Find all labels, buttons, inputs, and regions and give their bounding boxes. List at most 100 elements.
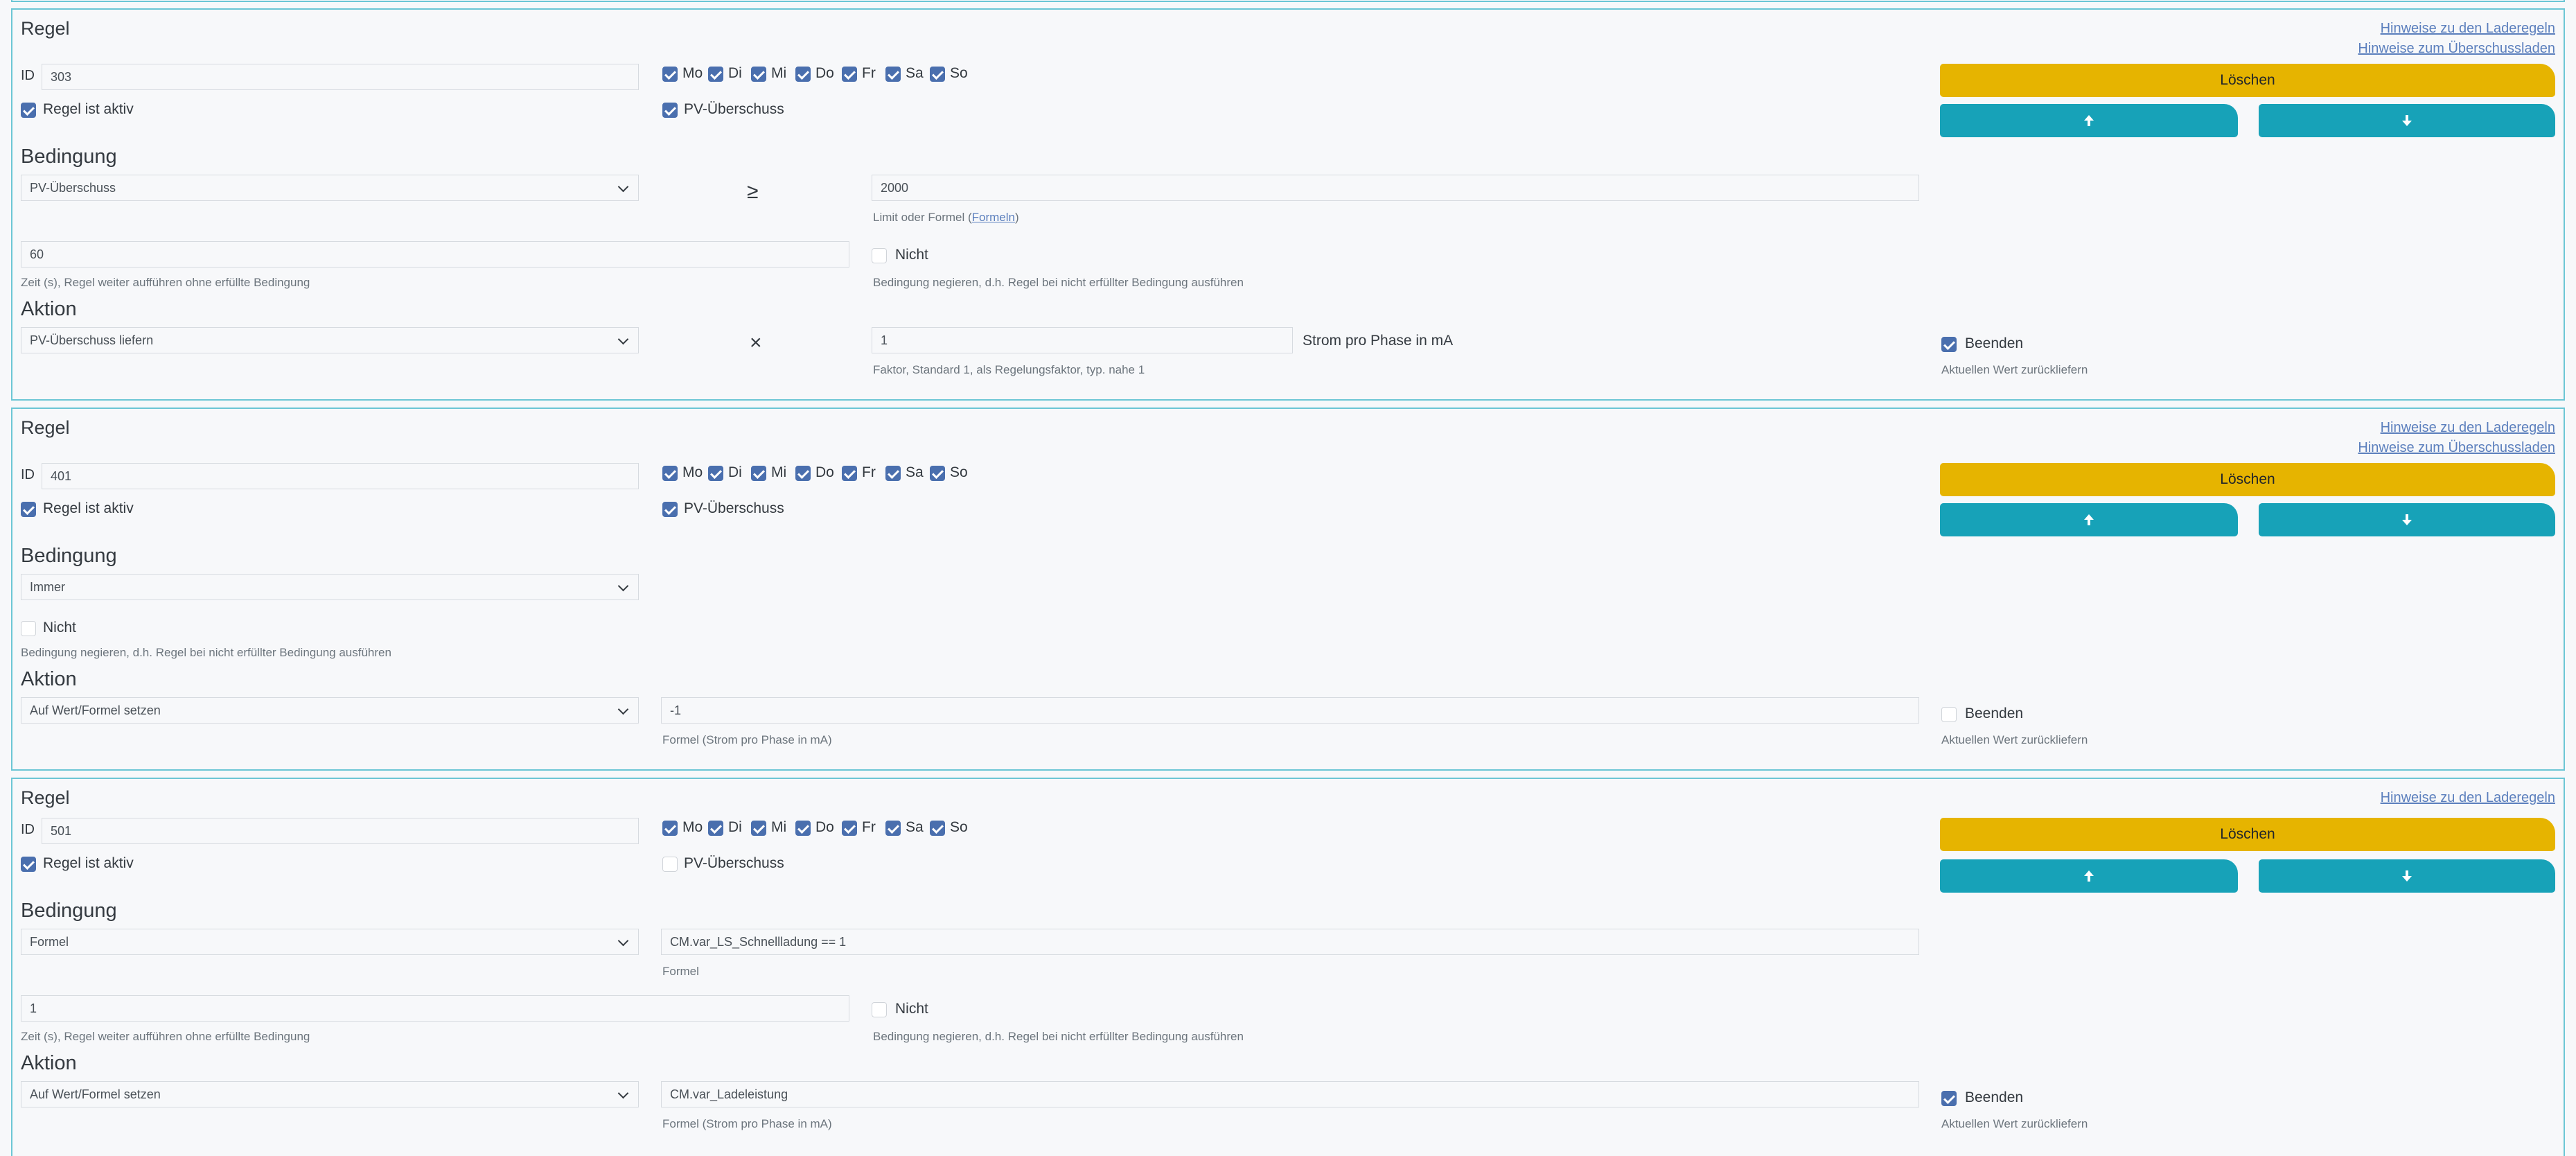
arrow-down-icon bbox=[2402, 115, 2412, 126]
checkbox-mi[interactable] bbox=[751, 821, 766, 836]
move-down-button[interactable] bbox=[2259, 859, 2555, 893]
action-select[interactable]: Auf Wert/Formel setzen bbox=[21, 697, 639, 724]
checkbox-do[interactable] bbox=[795, 466, 811, 481]
link-ueberschussladen[interactable]: Hinweise zum Überschussladen bbox=[2358, 440, 2555, 456]
day-label: So bbox=[950, 819, 968, 835]
beenden-label: Beenden bbox=[1965, 706, 2024, 721]
id-input[interactable]: 303 bbox=[42, 64, 639, 90]
id-label: ID bbox=[21, 68, 35, 83]
arrow-up-icon bbox=[2084, 115, 2094, 126]
link-ueberschussladen[interactable]: Hinweise zum Überschussladen bbox=[2358, 41, 2555, 57]
checkbox-mo[interactable] bbox=[662, 67, 678, 82]
day-label: Fr bbox=[862, 65, 876, 81]
day-label: Di bbox=[728, 464, 742, 480]
previous-card-edge bbox=[11, 0, 2565, 2]
checkbox-mo[interactable] bbox=[662, 466, 678, 481]
checkbox-regel-aktiv[interactable] bbox=[21, 857, 36, 872]
checkbox-di[interactable] bbox=[708, 67, 723, 82]
checkbox-sa[interactable] bbox=[885, 466, 901, 481]
regel-aktiv-label: Regel ist aktiv bbox=[43, 500, 134, 516]
checkbox-pv-ueberschuss[interactable] bbox=[662, 857, 678, 872]
nicht-help: Bedingung negieren, d.h. Regel bei nicht… bbox=[873, 276, 1244, 289]
condition-select[interactable]: Immer bbox=[21, 574, 639, 600]
move-down-button[interactable] bbox=[2259, 503, 2555, 536]
day-label: Mi bbox=[771, 464, 787, 480]
checkbox-mo[interactable] bbox=[662, 821, 678, 836]
link-laderegeln[interactable]: Hinweise zu den Laderegeln bbox=[2381, 21, 2555, 37]
id-input[interactable]: 401 bbox=[42, 463, 639, 489]
day-label: Mi bbox=[771, 819, 787, 835]
rule-title: Regel bbox=[21, 417, 70, 438]
move-down-button[interactable] bbox=[2259, 104, 2555, 137]
limit-help: Limit oder Formel (Formeln) bbox=[873, 211, 1019, 224]
checkbox-nicht[interactable] bbox=[872, 1002, 887, 1017]
formel-help: Formel bbox=[662, 965, 699, 978]
zeit-input[interactable]: 60 bbox=[21, 241, 849, 268]
beenden-help: Aktuellen Wert zurückliefern bbox=[1941, 363, 2088, 376]
checkbox-sa[interactable] bbox=[885, 821, 901, 836]
day-label: Do bbox=[815, 819, 834, 835]
checkbox-sa[interactable] bbox=[885, 67, 901, 82]
checkbox-mi[interactable] bbox=[751, 67, 766, 82]
condition-select[interactable]: PV-Überschuss bbox=[21, 175, 639, 201]
day-label: Mo bbox=[682, 819, 703, 835]
checkbox-so[interactable] bbox=[930, 67, 945, 82]
delete-button[interactable]: Löschen bbox=[1940, 64, 2555, 97]
checkbox-so[interactable] bbox=[930, 466, 945, 481]
day-label: Sa bbox=[906, 819, 924, 835]
checkbox-di[interactable] bbox=[708, 466, 723, 481]
checkbox-nicht[interactable] bbox=[21, 621, 36, 636]
checkbox-fr[interactable] bbox=[842, 466, 857, 481]
checkbox-regel-aktiv[interactable] bbox=[21, 103, 36, 118]
beenden-label: Beenden bbox=[1965, 1089, 2024, 1105]
checkbox-mi[interactable] bbox=[751, 466, 766, 481]
value-input[interactable]: CM.var_Ladeleistung bbox=[661, 1081, 1919, 1107]
checkbox-pv-ueberschuss[interactable] bbox=[662, 103, 678, 118]
move-up-button[interactable] bbox=[1940, 104, 2238, 137]
day-label: Di bbox=[728, 65, 742, 81]
greater-equal-operator: ≥ bbox=[747, 180, 759, 203]
arrow-down-icon bbox=[2402, 870, 2412, 882]
link-laderegeln[interactable]: Hinweise zu den Laderegeln bbox=[2381, 790, 2555, 806]
bedingung-heading: Bedingung bbox=[21, 900, 117, 922]
rule-title: Regel bbox=[21, 18, 70, 39]
strom-label: Strom pro Phase in mA bbox=[1303, 333, 1454, 349]
checkbox-regel-aktiv[interactable] bbox=[21, 502, 36, 517]
delete-button[interactable]: Löschen bbox=[1940, 463, 2555, 496]
id-input[interactable]: 501 bbox=[42, 818, 639, 844]
checkbox-beenden[interactable] bbox=[1941, 1091, 1957, 1106]
action-select[interactable]: Auf Wert/Formel setzen bbox=[21, 1081, 639, 1107]
value-help: Formel (Strom pro Phase in mA) bbox=[662, 733, 832, 746]
checkbox-pv-ueberschuss[interactable] bbox=[662, 502, 678, 517]
formel-input[interactable]: CM.var_LS_Schnellladung == 1 bbox=[661, 929, 1919, 955]
move-up-button[interactable] bbox=[1940, 503, 2238, 536]
limit-input[interactable]: 2000 bbox=[872, 175, 1919, 201]
rule-card: Regel Hinweise zu den Laderegeln Hinweis… bbox=[11, 408, 2565, 771]
faktor-input[interactable]: 1 bbox=[872, 327, 1293, 353]
checkbox-fr[interactable] bbox=[842, 821, 857, 836]
delete-button[interactable]: Löschen bbox=[1940, 818, 2555, 851]
checkbox-so[interactable] bbox=[930, 821, 945, 836]
checkbox-fr[interactable] bbox=[842, 67, 857, 82]
link-laderegeln[interactable]: Hinweise zu den Laderegeln bbox=[2381, 420, 2555, 436]
formeln-link[interactable]: Formeln bbox=[972, 211, 1015, 224]
move-up-button[interactable] bbox=[1940, 859, 2238, 893]
condition-select[interactable]: Formel bbox=[21, 929, 639, 955]
day-label: Sa bbox=[906, 464, 924, 480]
checkbox-do[interactable] bbox=[795, 821, 811, 836]
checkbox-di[interactable] bbox=[708, 821, 723, 836]
value-help: Formel (Strom pro Phase in mA) bbox=[662, 1117, 832, 1130]
action-select[interactable]: PV-Überschuss liefern bbox=[21, 327, 639, 353]
nicht-label: Nicht bbox=[43, 620, 76, 636]
value-input[interactable]: -1 bbox=[661, 697, 1919, 724]
regel-aktiv-label: Regel ist aktiv bbox=[43, 101, 134, 117]
beenden-help: Aktuellen Wert zurückliefern bbox=[1941, 1117, 2088, 1130]
checkbox-nicht[interactable] bbox=[872, 248, 887, 263]
day-label: Do bbox=[815, 65, 834, 81]
zeit-input[interactable]: 1 bbox=[21, 995, 849, 1022]
arrow-up-icon bbox=[2084, 514, 2094, 525]
checkbox-beenden[interactable] bbox=[1941, 337, 1957, 352]
bedingung-heading: Bedingung bbox=[21, 146, 117, 168]
checkbox-beenden[interactable] bbox=[1941, 707, 1957, 722]
checkbox-do[interactable] bbox=[795, 67, 811, 82]
